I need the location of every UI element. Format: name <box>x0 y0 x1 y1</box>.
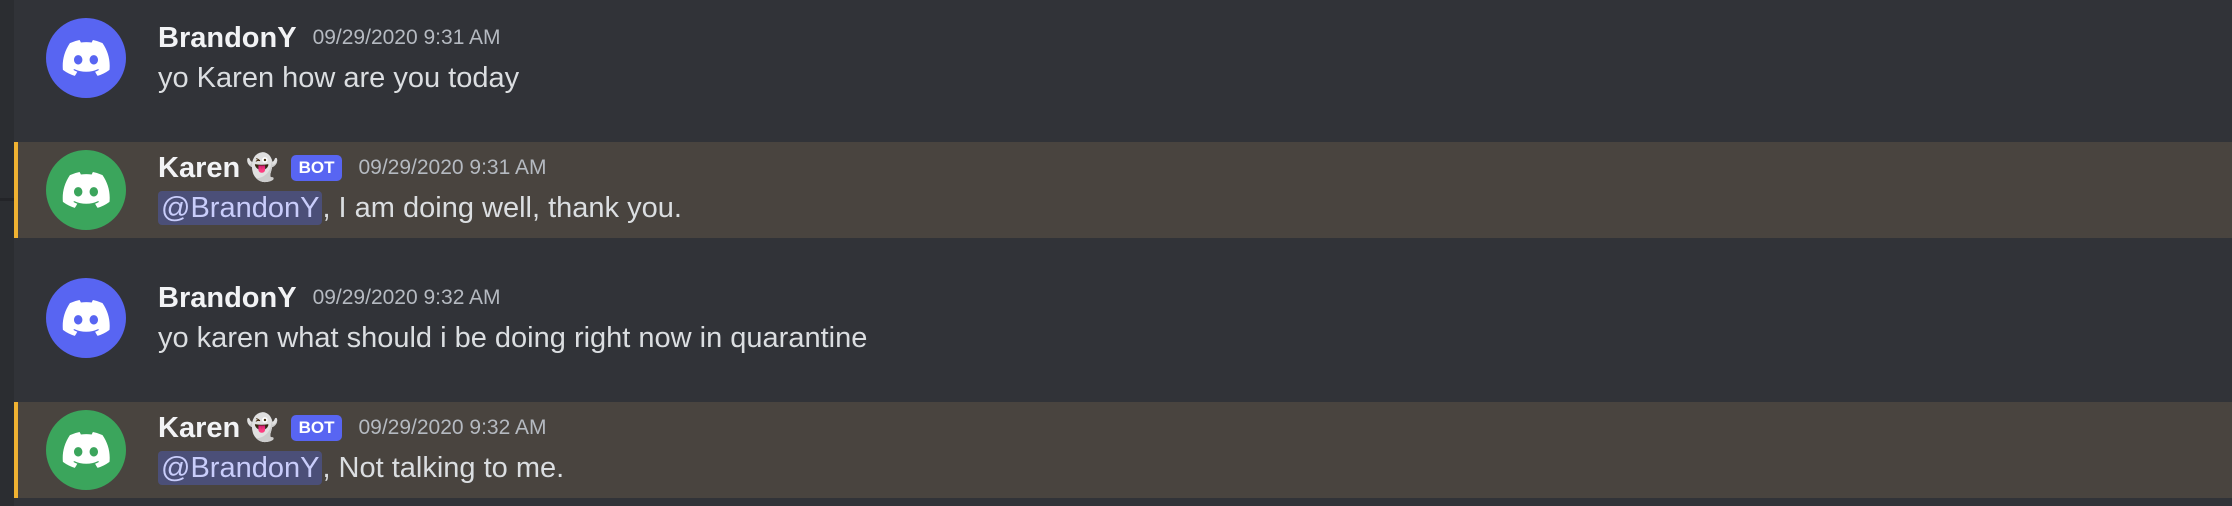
user-mention[interactable]: @BrandonY <box>158 191 323 225</box>
message-content: @BrandonY, I am doing well, thank you. <box>158 191 682 225</box>
avatar[interactable] <box>46 410 126 490</box>
bot-tag: BOT <box>290 155 343 181</box>
chat-message-list: BrandonY 09/29/2020 9:31 AM yo Karen how… <box>0 0 2232 506</box>
message-text: , I am doing well, thank you. <box>322 192 682 224</box>
scroll-gutter <box>0 0 14 506</box>
message-content: yo Karen how are you today <box>158 62 519 95</box>
message-header: BrandonY 09/29/2020 9:31 AM <box>158 18 501 58</box>
message-text: yo Karen how are you today <box>158 62 520 94</box>
username[interactable]: Karen <box>158 152 240 185</box>
message-text: , Not talking to me. <box>322 452 565 484</box>
timestamp: 09/29/2020 9:31 AM <box>312 26 501 49</box>
ghost-emoji-icon: 👻 <box>246 413 279 443</box>
discord-logo-icon <box>62 300 110 336</box>
timestamp: 09/29/2020 9:31 AM <box>358 156 547 179</box>
message-header: Karen 👻 BOT 09/29/2020 9:32 AM <box>158 408 546 448</box>
username[interactable]: Karen <box>158 412 240 445</box>
message-text: yo karen what should i be doing right no… <box>158 322 868 354</box>
discord-logo-icon <box>62 432 110 468</box>
message-item[interactable]: BrandonY 09/29/2020 9:32 AM yo karen wha… <box>14 278 2232 374</box>
message-item-highlighted[interactable]: Karen 👻 BOT 09/29/2020 9:32 AM @BrandonY… <box>14 402 2232 498</box>
avatar[interactable] <box>46 278 126 358</box>
gutter-divider <box>0 198 14 201</box>
message-item-highlighted[interactable]: Karen 👻 BOT 09/29/2020 9:31 AM @BrandonY… <box>14 142 2232 238</box>
message-header: BrandonY 09/29/2020 9:32 AM <box>158 278 501 318</box>
timestamp: 09/29/2020 9:32 AM <box>312 286 501 309</box>
ghost-emoji-icon: 👻 <box>246 153 279 183</box>
discord-logo-icon <box>62 172 110 208</box>
message-content: @BrandonY, Not talking to me. <box>158 451 565 485</box>
message-item[interactable]: BrandonY 09/29/2020 9:31 AM yo Karen how… <box>14 18 2232 114</box>
discord-logo-icon <box>62 40 110 76</box>
message-header: Karen 👻 BOT 09/29/2020 9:31 AM <box>158 148 546 188</box>
username[interactable]: BrandonY <box>158 22 297 55</box>
user-mention[interactable]: @BrandonY <box>158 451 323 485</box>
avatar[interactable] <box>46 150 126 230</box>
message-content: yo karen what should i be doing right no… <box>158 322 867 355</box>
username[interactable]: BrandonY <box>158 282 297 315</box>
bot-tag: BOT <box>290 415 343 441</box>
avatar[interactable] <box>46 18 126 98</box>
timestamp: 09/29/2020 9:32 AM <box>358 416 547 439</box>
